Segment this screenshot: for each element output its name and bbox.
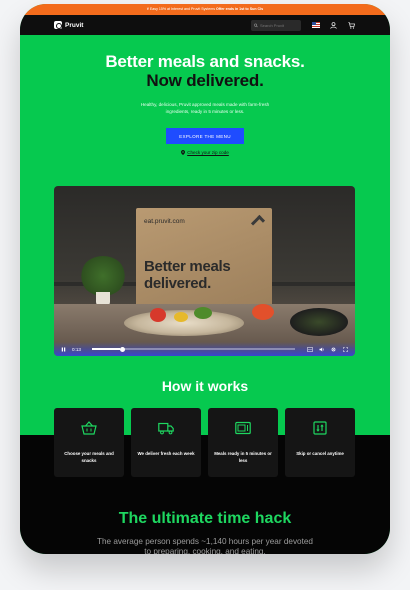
microwave-icon [235,421,251,435]
device-frame: ¥ Easy 15% at Interest and Pruvit System… [20,4,390,554]
hero-subtext: Healthy, delicious, Pruvit approved meal… [140,102,270,114]
settings-icon[interactable] [330,346,337,353]
search-box[interactable] [251,19,301,31]
time-hack-title: The ultimate time hack [118,510,292,527]
logo-icon [54,21,62,29]
step-label: Meals ready in 5 minutes or less [214,451,272,463]
progress-handle[interactable] [120,346,126,352]
step-label: We deliver fresh each week [137,451,195,456]
video-time: 0:13 [72,346,81,352]
basket-icon [81,421,97,435]
food-bowl [290,308,348,336]
pause-icon[interactable] [60,346,67,353]
step-label: Skip or cancel anytime [296,451,344,456]
video-progress-bar[interactable] [91,346,295,352]
truck-icon [158,422,174,435]
plant-image [80,256,126,296]
top-nav: Pruvit [20,15,390,35]
search-input[interactable] [260,22,298,28]
box-logo-icon [250,214,266,230]
step-card-ready: Meals ready in 5 minutes or less [208,408,278,477]
video-controls: 0:13 [54,342,355,356]
video-player[interactable]: eat.pruvit.com Better meals delivered. 0… [54,186,355,356]
volume-icon[interactable] [318,346,325,353]
zip-code-text: Check your zip code [187,150,229,155]
location-pin-icon [181,150,186,155]
step-card-deliver: We deliver fresh each week [131,408,201,477]
calendar-icon [313,421,327,435]
how-it-works-title: How it works [161,378,249,394]
time-hack-text: The average person spends ~1,140 hours p… [97,537,313,554]
fullscreen-icon[interactable] [342,346,349,353]
promo-banner[interactable]: ¥ Easy 15% at Interest and Pruvit System… [20,4,390,15]
zip-code-link[interactable]: Check your zip code [20,150,390,155]
how-it-works-cards: Choose your meals and snacks We deliver … [54,408,356,477]
step-label: Choose your meals and snacks [64,451,114,463]
delivery-box: eat.pruvit.com Better meals delivered. [136,208,272,310]
box-url: eat.pruvit.com [144,218,185,225]
hero-headline: Better meals and snacks. [105,52,305,71]
logo[interactable]: Pruvit [54,21,83,29]
us-flag-icon[interactable] [312,22,320,28]
search-icon [254,23,258,27]
hero-headline-dark: Now delivered. [146,71,264,90]
step-card-skip: Skip or cancel anytime [285,408,355,477]
box-slogan: Better meals delivered. [144,258,231,292]
hero: Better meals and snacks. Now delivered. … [20,35,390,155]
account-icon[interactable] [328,20,338,30]
promo-offer: Offer ends in 1st to Sun Cls [216,7,264,11]
step-card-choose: Choose your meals and snacks [54,408,124,477]
logo-text: Pruvit [65,21,84,29]
cart-icon[interactable] [346,20,356,30]
captions-icon[interactable] [306,346,313,353]
promo-text: ¥ Easy 15% at Interest and Pruvit System… [146,7,216,11]
explore-menu-button[interactable]: EXPLORE THE MENU [166,128,244,144]
